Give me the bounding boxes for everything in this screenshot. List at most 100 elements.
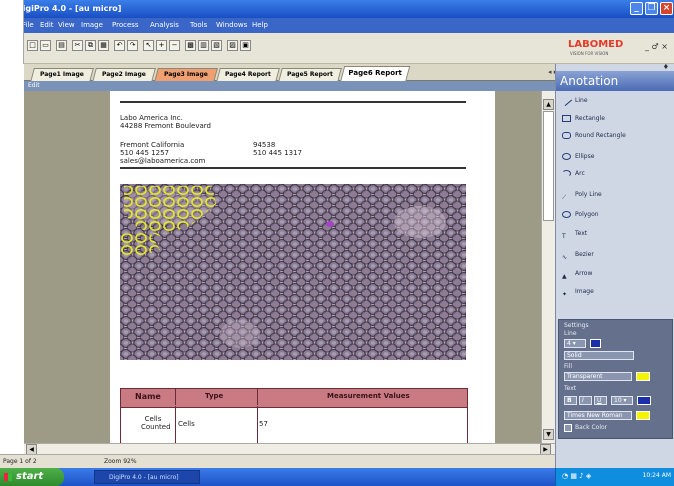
cell-value: 57: [259, 420, 268, 428]
font-size-value: 10: [614, 397, 622, 404]
header-divider: [257, 389, 258, 405]
tray-icons[interactable]: ◔ ▦ ♪ ◈: [562, 472, 591, 480]
text-group-label: Text: [564, 385, 577, 392]
cut-icon[interactable]: ✂: [72, 40, 83, 51]
line-style-value: Solid: [567, 352, 582, 359]
scroll-up-arrow[interactable]: ▲: [543, 99, 554, 110]
scroll-thumb[interactable]: [543, 111, 554, 221]
tool-arc[interactable]: Arc: [562, 167, 585, 181]
pin-icon[interactable]: ♦: [663, 63, 669, 71]
zoom-indicator: Zoom 92%: [104, 458, 137, 465]
underline-button[interactable]: U: [594, 396, 607, 405]
logo-tagline: VISION FOR VISION: [570, 51, 609, 56]
tool-ellipse[interactable]: Ellipse: [562, 150, 594, 164]
menu-edit[interactable]: Edit: [40, 21, 54, 29]
tool-rectangle[interactable]: Rectangle: [562, 112, 605, 126]
taskbar-app-button[interactable]: DigiPro 4.0 - [au micro]: [94, 470, 200, 484]
tool-image[interactable]: ✦ Image: [562, 285, 594, 299]
tool-bezier[interactable]: ∿ Bezier: [562, 248, 594, 262]
vertical-scrollbar[interactable]: ▲ ▼: [541, 91, 555, 443]
document-window-controls[interactable]: _ ♂ ×: [645, 42, 668, 51]
tab-page1-image[interactable]: Page1 Image: [30, 68, 94, 82]
window-title: DigiPro 4.0 - [au micro]: [16, 4, 122, 13]
tool-label: Arc: [575, 170, 585, 177]
settings-icon[interactable]: ▣: [240, 40, 251, 51]
clock: 10:24 AM: [642, 472, 671, 479]
text-back-color-swatch[interactable]: [636, 411, 650, 420]
tool-polygon[interactable]: Polygon: [562, 208, 599, 222]
cell-divider: [175, 406, 176, 443]
print-icon[interactable]: ▤: [56, 40, 67, 51]
tool-arrow[interactable]: ▲ Arrow: [562, 267, 592, 281]
fill-group-label: Fill: [564, 363, 573, 370]
bold-button[interactable]: B: [564, 396, 577, 405]
maximize-button[interactable]: ❐: [645, 2, 658, 15]
text-color-swatch[interactable]: [637, 396, 651, 405]
minimize-button[interactable]: _: [630, 2, 643, 15]
page-indicator: Page 1 of 2: [3, 458, 37, 465]
company-email: sales@laboamerica.com: [120, 157, 206, 165]
zoom-in-icon[interactable]: +: [156, 40, 167, 51]
new-icon[interactable]: □: [27, 40, 38, 51]
start-button[interactable]: start: [0, 468, 64, 486]
scroll-down-arrow[interactable]: ▼: [543, 429, 554, 440]
line-width-select[interactable]: 4 ▾: [564, 339, 586, 348]
status-bar: Page 1 of 2 Zoom 92%: [0, 454, 555, 468]
pointer-icon[interactable]: ↖: [143, 40, 154, 51]
horizontal-scrollbar[interactable]: ◀ ▶: [24, 443, 555, 455]
rectangle-icon: [562, 115, 571, 122]
tab-page5-report[interactable]: Page5 Report: [278, 68, 342, 82]
fill-select[interactable]: Transparent: [564, 372, 632, 381]
font-name-select[interactable]: Times New Roman: [564, 411, 632, 420]
tab-page4-report[interactable]: Page4 Report: [216, 68, 280, 82]
micrograph-image[interactable]: [120, 184, 466, 360]
redo-icon[interactable]: ↷: [127, 40, 138, 51]
company-address: 44288 Fremont Boulevard: [120, 122, 211, 130]
fill-color-swatch[interactable]: [636, 372, 650, 381]
arrow-icon: ▲: [562, 273, 567, 280]
menu-bar: ▣ File Edit View Image Process Analysis …: [0, 18, 674, 33]
menu-image[interactable]: Image: [81, 21, 103, 29]
menu-process[interactable]: Process: [112, 21, 139, 29]
image-icon: ✦: [562, 291, 568, 298]
menu-help[interactable]: Help: [252, 21, 268, 29]
paste-icon[interactable]: ▦: [98, 40, 109, 51]
brand-logo: LABOMED VISION FOR VISION: [568, 39, 624, 56]
report-icon[interactable]: ▨: [227, 40, 238, 51]
tab-page2-image[interactable]: Page2 Image: [92, 68, 156, 82]
tool-label: Line: [575, 97, 588, 104]
fill-value: Transparent: [567, 373, 603, 380]
font-size-select[interactable]: 10 ▾: [611, 396, 633, 405]
top-rule: [120, 101, 466, 103]
zoom-out-icon[interactable]: −: [169, 40, 180, 51]
title-bar: DigiPro 4.0 - [au micro] _ ❐ ×: [0, 0, 674, 18]
layout-icon[interactable]: ▥: [198, 40, 209, 51]
menu-tools[interactable]: Tools: [190, 21, 207, 29]
tab-page3-image[interactable]: Page3 Image: [154, 68, 218, 82]
tool-line[interactable]: Line: [560, 94, 588, 108]
copy-icon[interactable]: ⧉: [85, 40, 96, 51]
undo-icon[interactable]: ↶: [114, 40, 125, 51]
line-color-swatch[interactable]: [590, 339, 601, 348]
menu-view[interactable]: View: [58, 21, 75, 29]
menu-analysis[interactable]: Analysis: [150, 21, 179, 29]
polygon-icon: [562, 211, 571, 218]
tool-label: Poly Line: [575, 191, 602, 198]
close-button[interactable]: ×: [660, 2, 673, 15]
grid-icon[interactable]: ▩: [185, 40, 196, 51]
cell-name: Cells Counted: [141, 415, 171, 431]
line-style-select[interactable]: Solid: [564, 351, 634, 360]
toolbar: □ ▭ ▤ ✂ ⧉ ▦ ↶ ↷ ↖ + − ▩ ▥ ▧ ▨ ▣ LABOMED …: [0, 33, 674, 64]
back-color-checkbox[interactable]: [564, 424, 572, 432]
edit-label[interactable]: Edit: [28, 82, 40, 89]
tool-text[interactable]: T Text: [562, 227, 587, 241]
logo-text: LABOMED: [568, 39, 624, 50]
measurement-table-header: Name Type Measurement Values: [120, 388, 468, 408]
tool-poly-line[interactable]: ⟋ Poly Line: [562, 188, 602, 202]
chart-icon[interactable]: ▧: [211, 40, 222, 51]
tool-round-rectangle[interactable]: Round Rectangle: [562, 129, 626, 143]
open-icon[interactable]: ▭: [40, 40, 51, 51]
menu-windows[interactable]: Windows: [216, 21, 247, 29]
tab-label: Page1 Image: [40, 71, 84, 78]
italic-button[interactable]: I: [579, 396, 592, 405]
